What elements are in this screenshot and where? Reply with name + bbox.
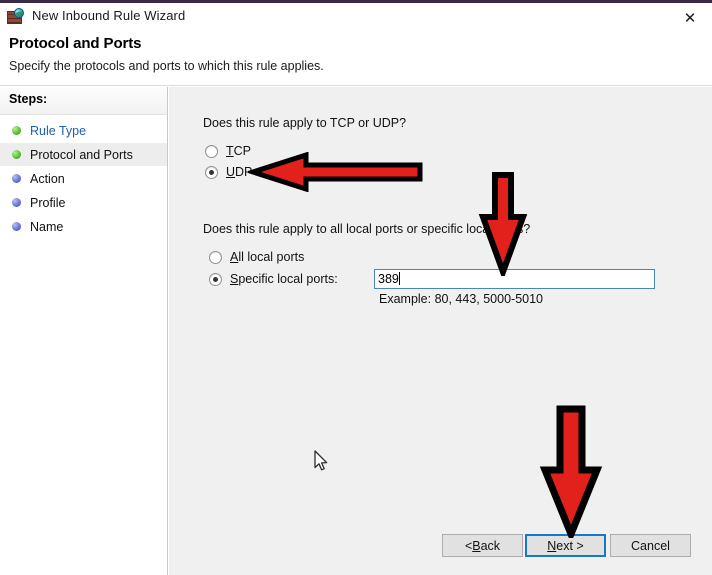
sidebar-item-protocol-and-ports[interactable]: Protocol and Ports (0, 143, 167, 166)
wizard-window: New Inbound Rule Wizard ✕ Protocol and P… (0, 0, 712, 575)
sidebar-item-rule-type[interactable]: Rule Type (0, 119, 167, 142)
arrow-pointing-port-input (477, 170, 529, 276)
radio-label-specific-local-ports: Specific local ports: (230, 272, 338, 286)
radio-option-specific-local-ports[interactable]: Specific local ports: (209, 272, 338, 286)
steps-header: Steps: (0, 87, 167, 115)
sidebar-item-action[interactable]: Action (0, 167, 167, 190)
port-example-hint: Example: 80, 443, 5000-5010 (379, 292, 543, 306)
back-button[interactable]: < Back (442, 534, 523, 557)
protocol-question-label: Does this rule apply to TCP or UDP? (203, 116, 406, 130)
step-bullet-icon (12, 198, 21, 207)
step-bullet-icon (12, 150, 21, 159)
radio-indicator-all-local-ports[interactable] (209, 251, 222, 264)
step-bullet-icon (12, 174, 21, 183)
radio-indicator-specific-local-ports[interactable] (209, 273, 222, 286)
sidebar-item-label: Action (30, 172, 65, 186)
radio-option-all-local-ports[interactable]: All local ports (209, 250, 304, 264)
window-title: New Inbound Rule Wizard (32, 8, 185, 23)
steps-sidebar: Steps: Rule Type Protocol and Ports Acti… (0, 87, 168, 575)
title-bar: New Inbound Rule Wizard ✕ (0, 3, 712, 28)
page-header: Protocol and Ports Specify the protocols… (0, 28, 712, 86)
radio-option-udp[interactable]: UDP (205, 165, 252, 179)
step-bullet-icon (12, 126, 21, 135)
step-bullet-icon (12, 222, 21, 231)
sidebar-item-profile[interactable]: Profile (0, 191, 167, 214)
radio-indicator-tcp[interactable] (205, 145, 218, 158)
page-subtitle: Specify the protocols and ports to which… (9, 59, 324, 73)
page-title: Protocol and Ports (9, 35, 141, 52)
steps-header-label: Steps: (9, 92, 47, 106)
sidebar-item-name[interactable]: Name (0, 215, 167, 238)
sidebar-item-label: Name (30, 220, 63, 234)
cancel-button[interactable]: Cancel (610, 534, 691, 557)
sidebar-item-label: Rule Type (30, 124, 86, 138)
radio-option-tcp[interactable]: TCP (205, 144, 251, 158)
sidebar-item-label: Protocol and Ports (30, 148, 133, 162)
mouse-cursor-icon (313, 450, 331, 479)
radio-indicator-udp[interactable] (205, 166, 218, 179)
firewall-brick-globe-icon (7, 8, 25, 24)
arrow-pointing-next-button (538, 404, 604, 538)
text-caret (399, 272, 400, 285)
sidebar-item-label: Profile (30, 196, 65, 210)
radio-label-all-local-ports: All local ports (230, 250, 304, 264)
port-input-value: 389 (378, 272, 399, 286)
arrow-pointing-udp (248, 152, 424, 192)
